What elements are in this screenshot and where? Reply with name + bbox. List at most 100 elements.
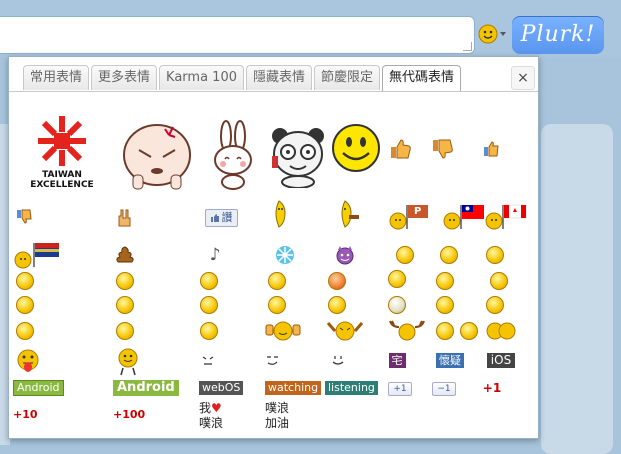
scream-emoticon[interactable]: [433, 269, 457, 293]
doubt-emoticon[interactable]: [113, 319, 137, 343]
rage-emoticon[interactable]: [325, 317, 365, 343]
p-flag-emoticon[interactable]: P: [389, 203, 433, 231]
grin-emoticon[interactable]: [265, 269, 289, 293]
doubt-face-icon: [116, 322, 134, 340]
cry-face-icon: [200, 296, 218, 314]
firework-emoticon[interactable]: [273, 243, 297, 267]
p-flag-icon: [389, 205, 428, 230]
angry-red-emoticon[interactable]: [325, 269, 349, 293]
resize-handle[interactable]: [463, 42, 472, 51]
canada-flag-emoticon[interactable]: [485, 203, 529, 231]
sweat-emoticon[interactable]: [325, 293, 349, 317]
skeptic-face-icon: [490, 272, 508, 290]
happy-text-emoticon[interactable]: [327, 349, 349, 371]
stickman-emoticon[interactable]: [113, 347, 143, 377]
sad-emoticon[interactable]: [13, 269, 37, 293]
plus1-badge-emoticon[interactable]: +1: [385, 381, 415, 397]
tongue-out-emoticon[interactable]: [13, 347, 43, 375]
shy-emoticon[interactable]: [437, 243, 461, 267]
music-note-icon: ♪: [209, 245, 221, 265]
blush-emoticon[interactable]: [433, 293, 457, 317]
poop-emoticon[interactable]: [113, 245, 137, 265]
kiss-emoticon[interactable]: [393, 243, 417, 267]
banana-icon: [275, 200, 286, 228]
moose-emoticon[interactable]: [385, 317, 429, 343]
thumbs-down-emoticon[interactable]: [429, 135, 457, 163]
huaiyi-badge-emoticon[interactable]: 懷疑: [431, 351, 469, 369]
woai-text: 我: [199, 401, 212, 415]
rabbit-emoticon[interactable]: [205, 117, 261, 193]
smirk-face-icon: [267, 356, 278, 365]
dizzy-emoticon[interactable]: [385, 293, 409, 317]
moose-icon: [389, 320, 425, 341]
taiwan-excellence-emoticon[interactable]: TAIWAN EXCELLENCE: [25, 107, 99, 195]
sad-face-icon: [16, 272, 34, 290]
thinking-emoticon[interactable]: [113, 293, 137, 317]
listening-badge: listening: [325, 381, 378, 395]
webos-badge: webOS: [199, 381, 244, 395]
woai-plurk-emoticon[interactable]: 我♥ 噗浪: [199, 399, 239, 433]
panda-emoticon[interactable]: [267, 119, 329, 191]
smile-face-icon: [436, 322, 454, 340]
ios-badge-emoticon[interactable]: iOS: [483, 351, 519, 369]
emoticon-menu-button[interactable]: [478, 24, 507, 44]
red-plus100-emoticon[interactable]: +100: [113, 405, 149, 423]
neutral-emoticon[interactable]: [13, 319, 37, 343]
meh-text-emoticon[interactable]: [197, 349, 219, 371]
android-big-badge-emoticon[interactable]: Android: [113, 379, 187, 397]
red-plus10-emoticon[interactable]: +10: [13, 405, 43, 423]
p-flag-letter: P: [414, 206, 422, 217]
hug-icon: [486, 322, 516, 340]
bc-flag-emoticon[interactable]: [13, 241, 65, 269]
big-smiley-emoticon[interactable]: [327, 119, 385, 177]
firework-icon: [276, 246, 294, 264]
hug-emoticon[interactable]: [483, 317, 519, 343]
tongue-emoticon[interactable]: [197, 269, 221, 293]
angry-bun-emoticon[interactable]: [117, 113, 197, 193]
plurk-text-input[interactable]: [0, 16, 475, 54]
taiwan-logo-text-2: EXCELLENCE: [30, 180, 94, 190]
devil-emoticon[interactable]: [333, 243, 357, 267]
teeth-emoticon[interactable]: [483, 293, 507, 317]
webos-badge-emoticon[interactable]: webOS: [199, 379, 247, 397]
laugh-emoticon[interactable]: [197, 319, 221, 343]
small-thumbs-up-icon: [484, 141, 499, 157]
music-note-emoticon[interactable]: ♪: [205, 245, 225, 265]
oh-emoticon[interactable]: [13, 293, 37, 317]
android-big-badge: Android: [113, 380, 179, 396]
skeptic-emoticon[interactable]: [487, 269, 511, 293]
red-plus1-emoticon[interactable]: +1: [479, 379, 505, 397]
banana-guitar-emoticon[interactable]: [333, 197, 363, 231]
android-small-badge: Android: [13, 380, 64, 396]
yawn-emoticon[interactable]: [483, 243, 507, 267]
minus1-badge-emoticon[interactable]: −1: [429, 381, 459, 397]
frown-emoticon[interactable]: [113, 269, 137, 293]
cry-emoticon[interactable]: [197, 293, 221, 317]
neutral-face-icon: [16, 322, 34, 340]
listening-badge-emoticon[interactable]: listening: [325, 379, 383, 397]
rabbit-icon: [214, 120, 252, 190]
clap-emoticon[interactable]: [263, 317, 303, 343]
smile-emoticon[interactable]: [433, 319, 457, 343]
zhai-badge-emoticon[interactable]: 宅: [387, 351, 407, 369]
poop-icon: [116, 246, 134, 263]
small-thumbs-up-emoticon[interactable]: [479, 137, 503, 161]
small-thumbs-down-emoticon[interactable]: [13, 207, 35, 227]
surprised-emoticon[interactable]: [385, 267, 409, 291]
android-small-badge-emoticon[interactable]: Android: [13, 379, 69, 397]
rock-hand-emoticon[interactable]: [113, 207, 135, 229]
jiayou-plurk-emoticon[interactable]: 噗浪 加油: [265, 399, 305, 433]
plurk-submit-button[interactable]: Plurk!: [512, 16, 604, 54]
background-panel: [541, 124, 613, 454]
panda-icon: [272, 128, 324, 188]
fb-like-emoticon[interactable]: 讚: [201, 207, 241, 229]
taiwan-flag-emoticon[interactable]: [443, 203, 487, 231]
angry-bun-icon: [123, 124, 191, 190]
smile2-emoticon[interactable]: [457, 319, 481, 343]
banana-dance-emoticon[interactable]: [267, 197, 297, 231]
watching-badge-emoticon[interactable]: watching: [265, 379, 325, 397]
happy-emoticon[interactable]: [265, 293, 289, 317]
thumbs-up-emoticon[interactable]: [387, 135, 415, 163]
smirk-text-emoticon[interactable]: [261, 349, 283, 371]
laugh-face-icon: [200, 322, 218, 340]
